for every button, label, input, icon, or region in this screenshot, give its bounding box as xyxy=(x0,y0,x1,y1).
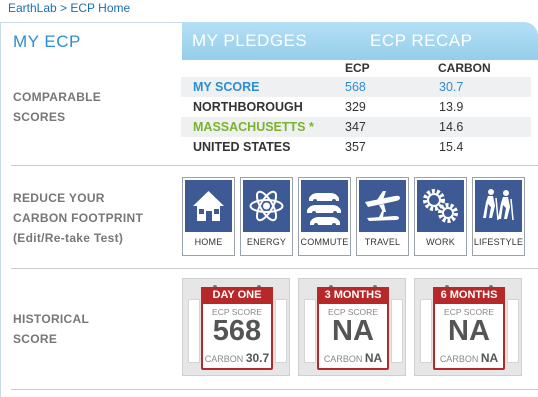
score-row-united-states: UNITED STATES 357 15.4 xyxy=(181,137,531,157)
section-divider xyxy=(11,165,538,166)
historical-score-label: HISTORICAL SCORE xyxy=(13,309,89,349)
card-period: 3 MONTHS xyxy=(317,287,389,304)
category-home-button[interactable]: HOME xyxy=(182,177,235,256)
breadcrumb-separator: > xyxy=(56,1,71,15)
comparable-label-line1: COMPARABLE xyxy=(13,90,102,104)
row-carbon: 30.7 xyxy=(439,80,464,94)
category-label: ENERGY xyxy=(246,237,287,247)
calendar-page: DAY ONE ECP SCORE 568 CARBON 30.7 xyxy=(201,285,273,370)
category-label: TRAVEL xyxy=(364,237,401,247)
card-carbon-value: 30.7 xyxy=(245,351,270,365)
category-label: COMMUTE xyxy=(300,237,349,247)
category-label: LIFESTYLE xyxy=(473,237,524,247)
category-commute-button[interactable]: COMMUTE xyxy=(298,177,351,256)
row-name: NORTHBOROUGH xyxy=(193,100,303,114)
reduce-label-line3: (Edit/Re-take Test) xyxy=(13,231,124,245)
category-lifestyle-button[interactable]: LIFESTYLE xyxy=(472,177,525,256)
category-label: WORK xyxy=(426,237,455,247)
historical-label-line2: SCORE xyxy=(13,332,58,346)
category-travel-button[interactable]: TRAVEL xyxy=(356,177,409,256)
score-row-northborough: NORTHBOROUGH 329 13.9 xyxy=(181,97,531,117)
reduce-footprint-label: REDUCE YOUR CARBON FOOTPRINT (Edit/Re-ta… xyxy=(13,188,143,248)
row-carbon: 14.6 xyxy=(439,120,464,134)
airplane-icon xyxy=(359,180,406,232)
card-carbon-label: CARBON xyxy=(204,354,244,364)
row-carbon: 13.9 xyxy=(439,100,464,114)
section-divider xyxy=(11,268,538,269)
row-name: MY SCORE xyxy=(193,80,260,94)
hikers-icon xyxy=(475,180,522,232)
atom-icon xyxy=(243,180,290,232)
tab-bar: ECP RECAP MY PLEDGES MY ECP xyxy=(0,22,538,62)
card-score: 568 xyxy=(212,315,262,347)
col-header-ecp: ECP xyxy=(345,61,370,75)
row-ecp: 357 xyxy=(345,140,366,154)
row-ecp: 329 xyxy=(345,100,366,114)
breadcrumb-current[interactable]: ECP Home xyxy=(70,1,130,15)
breadcrumb-link-earthlab[interactable]: EarthLab xyxy=(8,1,57,15)
card-carbon-value: NA xyxy=(480,351,499,365)
card-carbon-label: CARBON xyxy=(439,354,479,364)
row-carbon: 15.4 xyxy=(439,140,464,154)
section-divider xyxy=(11,389,538,390)
reduce-label-line1: REDUCE YOUR xyxy=(13,191,105,205)
row-name: MASSACHUSETTS * xyxy=(193,120,314,134)
card-carbon-value: NA xyxy=(364,351,383,365)
historical-card-6-months[interactable]: 6 MONTHS ECP SCORE NA CARBON NA xyxy=(414,278,522,376)
category-energy-button[interactable]: ENERGY xyxy=(240,177,293,256)
score-row-massachusetts: MASSACHUSETTS * 347 14.6 xyxy=(181,117,531,137)
tab-my-pledges[interactable]: MY PLEDGES xyxy=(180,22,370,60)
tab-ecp-recap[interactable]: ECP RECAP xyxy=(358,22,538,60)
historical-card-3-months[interactable]: 3 MONTHS ECP SCORE NA CARBON NA xyxy=(298,278,406,376)
card-carbon: CARBON NA xyxy=(319,351,387,365)
calendar-page: 3 MONTHS ECP SCORE NA CARBON NA xyxy=(317,285,389,370)
row-ecp: 347 xyxy=(345,120,366,134)
reduce-label-line2: CARBON FOOTPRINT xyxy=(13,211,144,225)
comparable-label-line2: SCORES xyxy=(13,110,66,124)
historical-card-day-one[interactable]: DAY ONE ECP SCORE 568 CARBON 30.7 xyxy=(182,278,290,376)
ecp-panel: COMPARABLE SCORES ECP CARBON MY SCORE 56… xyxy=(0,61,538,397)
card-carbon-label: CARBON xyxy=(323,354,363,364)
category-label: HOME xyxy=(194,237,223,247)
card-carbon: CARBON NA xyxy=(435,351,503,365)
calendar-page: 6 MONTHS ECP SCORE NA CARBON NA xyxy=(433,285,505,370)
tab-my-ecp[interactable]: MY ECP xyxy=(0,22,182,62)
row-ecp: 568 xyxy=(345,80,366,94)
card-score: NA xyxy=(448,315,490,347)
category-work-button[interactable]: WORK xyxy=(414,177,467,256)
historical-label-line1: HISTORICAL xyxy=(13,312,90,326)
col-header-carbon: CARBON xyxy=(438,61,491,75)
card-carbon: CARBON 30.7 xyxy=(203,351,271,365)
gears-icon xyxy=(417,180,464,232)
comparable-scores-label: COMPARABLE SCORES xyxy=(13,87,101,127)
row-name: UNITED STATES xyxy=(193,140,291,154)
card-period: DAY ONE xyxy=(201,287,273,304)
score-row-my-score: MY SCORE 568 30.7 xyxy=(181,77,531,97)
breadcrumb: EarthLab > ECP Home xyxy=(8,1,130,15)
card-period: 6 MONTHS xyxy=(433,287,505,304)
house-icon xyxy=(185,180,232,232)
cars-icon xyxy=(301,180,348,232)
card-score: NA xyxy=(332,315,374,347)
